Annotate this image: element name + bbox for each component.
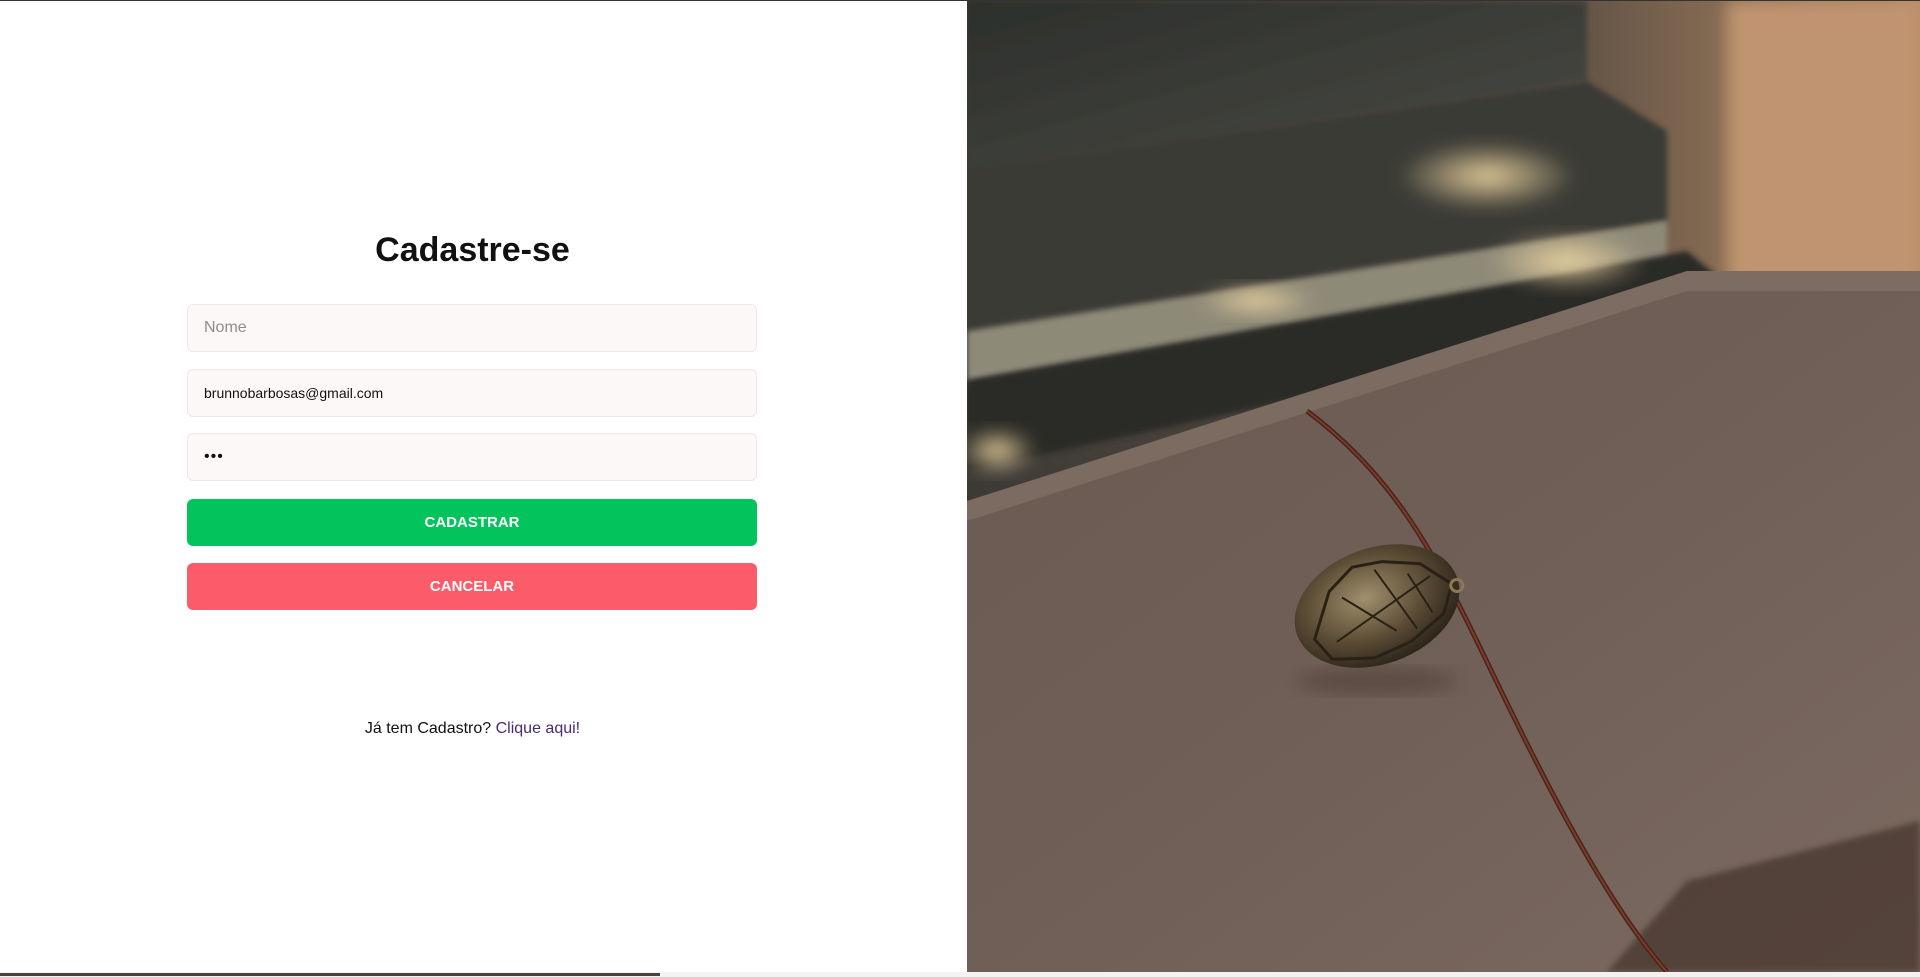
login-prompt-text: Já tem Cadastro?	[364, 720, 492, 737]
scrollbar-thumb[interactable]	[0, 973, 660, 976]
password-input[interactable]	[187, 433, 757, 481]
email-input[interactable]	[187, 369, 757, 417]
hero-image	[967, 1, 1920, 972]
horizontal-scrollbar[interactable]	[0, 972, 1920, 977]
login-link[interactable]: Clique aqui!	[496, 720, 581, 737]
cancel-button[interactable]: CANCELAR	[187, 563, 757, 610]
name-input[interactable]	[187, 304, 757, 352]
signup-panel: Cadastre-se CADASTRAR CANCELAR Já tem Ca…	[0, 1, 967, 972]
signup-page: Cadastre-se CADASTRAR CANCELAR Já tem Ca…	[0, 0, 1920, 977]
login-prompt: Já tem Cadastro? Clique aqui!	[0, 720, 945, 738]
page-title: Cadastre-se	[375, 231, 570, 269]
register-button[interactable]: CADASTRAR	[187, 499, 757, 546]
leather-notebook-photo-icon	[967, 1, 1920, 972]
